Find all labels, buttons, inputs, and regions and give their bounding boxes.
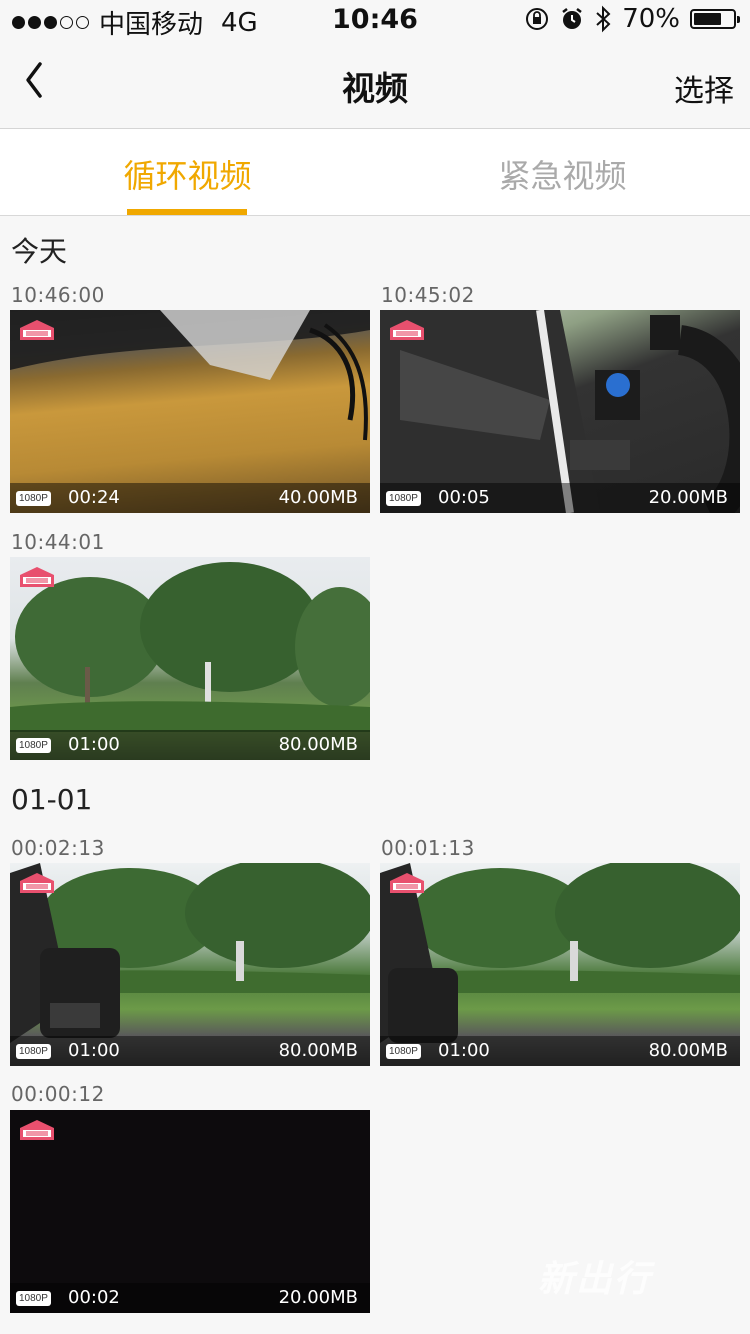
watermark-text: 新出行 (538, 1259, 653, 1300)
brand-logo-icon (20, 567, 54, 587)
bluetooth-icon (596, 5, 611, 33)
video-time-label: 00:00:12 (11, 1082, 105, 1106)
status-left: 中国移动 4G (12, 4, 258, 41)
video-duration: 01:00 (438, 1040, 490, 1061)
brand-logo-icon (20, 873, 54, 893)
video-thumbnail[interactable]: 1080P 00:05 20.00MB (380, 310, 740, 513)
carrier-name: 中国移动 (99, 10, 204, 40)
video-file-size: 20.00MB (648, 487, 728, 508)
video-thumbnail[interactable]: 1080P 01:00 80.00MB (10, 557, 370, 760)
select-button[interactable]: 选择 (674, 66, 734, 110)
video-file-size: 80.00MB (278, 734, 358, 755)
video-thumbnail[interactable]: 1080P 01:00 80.00MB (10, 863, 370, 1066)
brand-logo-icon (390, 320, 424, 340)
orientation-lock-icon (526, 8, 549, 30)
video-thumbnail[interactable]: 1080P 01:00 80.00MB (380, 863, 740, 1066)
video-duration: 01:00 (68, 1040, 120, 1061)
video-duration: 00:05 (438, 487, 490, 508)
battery-percent: 70% (622, 4, 680, 34)
video-file-size: 80.00MB (278, 1040, 358, 1061)
resolution-badge: 1080P (386, 491, 421, 506)
status-right: 70% (524, 4, 740, 34)
video-duration: 00:24 (68, 487, 120, 508)
brand-logo-icon (20, 1120, 54, 1140)
tab-emergency-videos[interactable]: 紧急视频 (375, 151, 750, 197)
video-duration: 00:02 (68, 1287, 120, 1308)
brand-logo-icon (20, 320, 54, 340)
battery-icon (690, 9, 740, 29)
tab-bar: 循环视频 紧急视频 (0, 129, 750, 216)
resolution-badge: 1080P (16, 491, 51, 506)
resolution-badge: 1080P (386, 1044, 421, 1059)
signal-strength-icon (12, 16, 89, 29)
video-thumbnail[interactable]: 1080P 00:24 40.00MB (10, 310, 370, 513)
status-bar: 中国移动 4G 10:46 70% (0, 0, 750, 40)
resolution-badge: 1080P (16, 1044, 51, 1059)
brand-logo-icon (390, 873, 424, 893)
video-time-label: 00:02:13 (11, 836, 105, 860)
active-tab-indicator (127, 209, 247, 215)
video-time-label: 10:46:00 (11, 283, 105, 307)
video-file-size: 80.00MB (648, 1040, 728, 1061)
page-title: 视频 (342, 69, 408, 108)
video-time-label: 10:45:02 (381, 283, 475, 307)
video-thumbnail[interactable]: 1080P 00:02 20.00MB (10, 1110, 370, 1313)
network-type: 4G (221, 7, 258, 38)
video-file-size: 40.00MB (278, 487, 358, 508)
video-time-label: 10:44:01 (11, 530, 105, 554)
video-file-size: 20.00MB (278, 1287, 358, 1308)
nav-bar: 视频 选择 (0, 40, 750, 129)
video-duration: 01:00 (68, 734, 120, 755)
tab-loop-videos[interactable]: 循环视频 (0, 151, 375, 197)
alarm-icon (562, 8, 582, 29)
section-title-date: 01-01 (11, 783, 93, 816)
resolution-badge: 1080P (16, 1291, 51, 1306)
resolution-badge: 1080P (16, 738, 51, 753)
video-time-label: 00:01:13 (381, 836, 475, 860)
section-title-today: 今天 (11, 235, 68, 268)
